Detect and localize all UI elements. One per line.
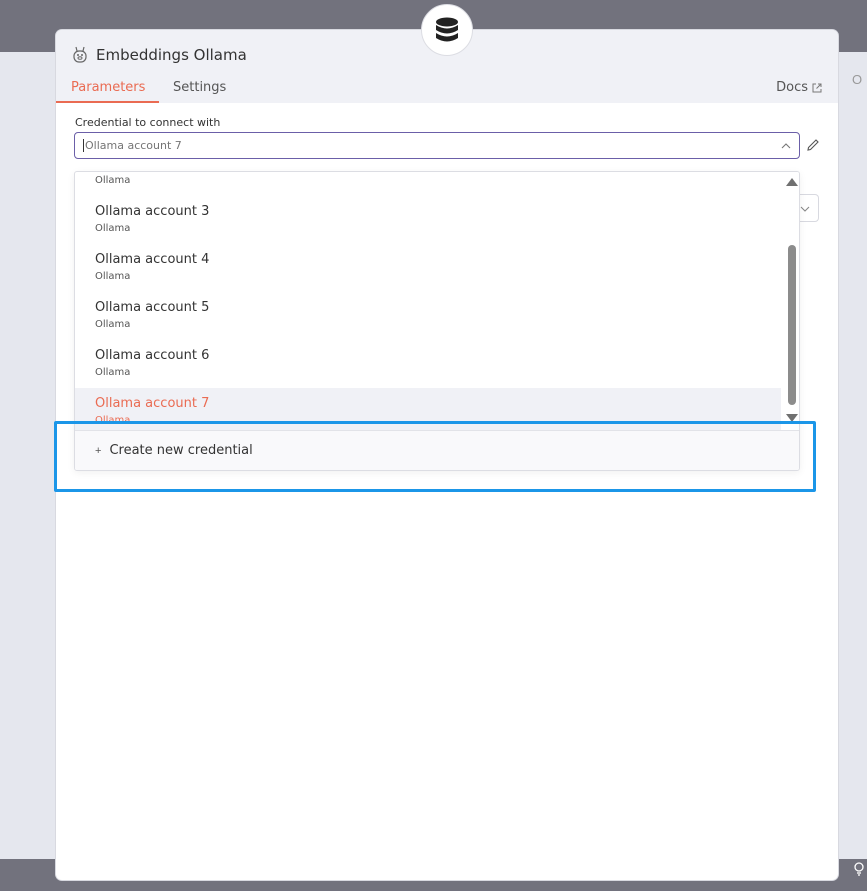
panel-tabs: Parameters Settings Docs bbox=[56, 78, 838, 103]
node-title-row: Embeddings Ollama bbox=[72, 46, 247, 64]
scroll-down-arrow-icon[interactable] bbox=[786, 414, 798, 422]
external-link-icon bbox=[812, 83, 822, 92]
list-item-partial[interactable]: Ollama bbox=[75, 172, 781, 196]
credential-select[interactable] bbox=[74, 132, 800, 159]
credential-type: Ollama bbox=[95, 319, 131, 330]
scrollbar-thumb[interactable] bbox=[788, 245, 796, 405]
node-icon-badge bbox=[421, 4, 473, 56]
credential-type: Ollama bbox=[95, 271, 131, 282]
list-item[interactable]: Ollama account 4 Ollama bbox=[75, 244, 781, 292]
credential-type: Ollama bbox=[95, 175, 131, 186]
database-icon bbox=[436, 17, 458, 42]
credential-type: Ollama bbox=[95, 415, 131, 426]
plus-icon: + bbox=[95, 444, 102, 457]
list-item[interactable]: Ollama account 5 Ollama bbox=[75, 292, 781, 340]
credential-type: Ollama bbox=[95, 367, 131, 378]
tab-parameters[interactable]: Parameters bbox=[71, 80, 145, 95]
credential-name: Ollama account 5 bbox=[95, 300, 210, 315]
list-item[interactable]: Ollama account 6 Ollama bbox=[75, 340, 781, 388]
credential-label: Credential to connect with bbox=[75, 116, 221, 129]
credential-name: Ollama account 7 bbox=[95, 396, 210, 411]
pencil-icon[interactable] bbox=[806, 138, 820, 152]
right-panel-peek-text: O bbox=[852, 72, 863, 87]
credential-options-list: Ollama Ollama account 3 Ollama Ollama ac… bbox=[75, 172, 781, 430]
active-tab-indicator bbox=[56, 101, 159, 103]
scroll-up-arrow-icon[interactable] bbox=[786, 178, 798, 186]
credential-name: Ollama account 6 bbox=[95, 348, 210, 363]
dropdown-scrollbar[interactable] bbox=[783, 172, 799, 430]
credential-name: Ollama account 3 bbox=[95, 204, 210, 219]
create-credential-label: Create new credential bbox=[109, 443, 253, 458]
list-item-selected[interactable]: Ollama account 7 Ollama bbox=[75, 388, 781, 430]
docs-label: Docs bbox=[776, 80, 808, 95]
credential-dropdown: Ollama Ollama account 3 Ollama Ollama ac… bbox=[74, 171, 800, 471]
lightbulb-icon[interactable] bbox=[853, 862, 865, 878]
ollama-logo-icon bbox=[73, 46, 87, 63]
node-settings-panel: Embeddings Ollama Parameters Settings Do… bbox=[56, 30, 838, 880]
chevron-up-icon[interactable] bbox=[781, 141, 791, 151]
credential-search-input[interactable] bbox=[83, 139, 763, 152]
docs-link[interactable]: Docs bbox=[776, 80, 822, 95]
credential-type: Ollama bbox=[95, 223, 131, 234]
credential-name: Ollama account 4 bbox=[95, 252, 210, 267]
list-item[interactable]: Ollama account 3 Ollama bbox=[75, 196, 781, 244]
node-title[interactable]: Embeddings Ollama bbox=[96, 46, 247, 64]
create-new-credential-button[interactable]: + Create new credential bbox=[75, 430, 799, 470]
chevron-down-icon bbox=[800, 206, 810, 212]
tab-settings[interactable]: Settings bbox=[173, 80, 226, 95]
